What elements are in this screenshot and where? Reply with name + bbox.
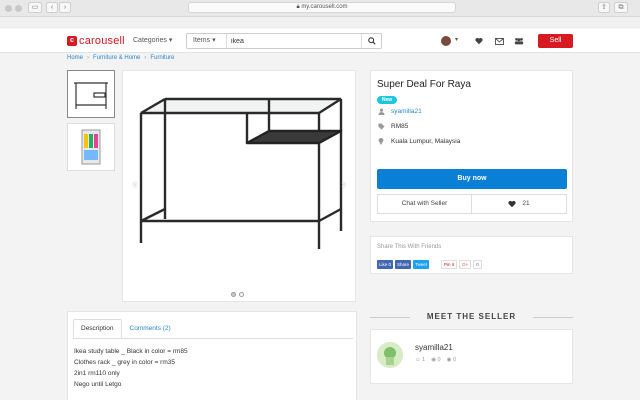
- url-bar[interactable]: 🔒︎ my.carousell.com: [188, 2, 456, 13]
- search-button[interactable]: [361, 34, 381, 48]
- description-line: Nego until Letgo: [74, 381, 122, 388]
- tweet-button[interactable]: Tweet: [413, 260, 430, 269]
- seller-name[interactable]: syamilla21: [415, 343, 453, 352]
- tab-strip: [0, 16, 640, 28]
- group-icon[interactable]: [513, 35, 525, 47]
- chevron-down-icon: ▾: [212, 37, 216, 44]
- categories-label: Categories: [133, 37, 167, 44]
- logo[interactable]: c carousell: [67, 35, 125, 47]
- like-count: 21: [522, 200, 530, 207]
- url-text: my.carousell.com: [301, 4, 348, 10]
- logo-text: carousell: [79, 35, 125, 47]
- facebook-share-button[interactable]: Share: [395, 260, 412, 269]
- search-input[interactable]: [231, 36, 351, 46]
- description-text: Ikea study table _ Black in color = rm85…: [74, 346, 188, 390]
- breadcrumb-item[interactable]: Furniture & Home: [93, 55, 140, 61]
- search-type-label: Items: [193, 37, 211, 44]
- breadcrumb: Home › Furniture & Home › Furniture: [67, 55, 174, 61]
- listing-title: Super Deal For Raya: [377, 79, 471, 90]
- share-panel: Share This With Friends Like 0 Share Twe…: [370, 236, 573, 274]
- prev-image-icon[interactable]: ‹: [133, 179, 137, 191]
- new-badge: New: [377, 96, 397, 104]
- carousel-dot[interactable]: [239, 292, 244, 297]
- sell-button[interactable]: Sell: [538, 34, 573, 48]
- share-icon[interactable]: ⇧: [598, 2, 610, 13]
- avatar[interactable]: [441, 36, 451, 46]
- tag-icon: [377, 122, 385, 130]
- share-buttons: Like 0 Share Tweet Pin it G+ 0: [377, 260, 482, 269]
- mail-icon[interactable]: [493, 35, 505, 47]
- description-line: Ikea study table _ Black in color = rm85: [74, 348, 188, 355]
- seller-link[interactable]: syamilla21: [391, 108, 422, 115]
- location-row: Kuala Lumpur, Malaysia: [377, 137, 460, 145]
- heart-icon[interactable]: [473, 35, 485, 47]
- thumbnail-rack[interactable]: [67, 123, 115, 171]
- search-type-select[interactable]: Items ▾: [187, 34, 227, 48]
- search-bar: Items ▾: [186, 33, 382, 49]
- facebook-like-button[interactable]: Like 0: [377, 260, 394, 269]
- description-line: 2in1 rm110 only: [74, 370, 120, 377]
- carousel-dot[interactable]: [231, 292, 236, 297]
- listing-info-panel: Super Deal For Raya New syamilla21 RM85 …: [370, 70, 573, 222]
- categories-dropdown[interactable]: Categories ▾: [133, 36, 172, 44]
- site-header: c carousell Categories ▾ Items ▾ ▾ Sell: [0, 29, 640, 53]
- tabs-icon[interactable]: ⧉: [614, 2, 628, 13]
- description-line: Clothes rack _ grey in color = rm35: [74, 359, 175, 366]
- next-image-icon[interactable]: ›: [341, 179, 345, 191]
- user-icon: [377, 107, 385, 115]
- location-text: Kuala Lumpur, Malaysia: [391, 137, 461, 145]
- breadcrumb-item[interactable]: Home: [67, 55, 83, 61]
- main-product-image[interactable]: ‹ ›: [122, 70, 356, 302]
- chevron-down-icon: ▾: [168, 37, 173, 44]
- heart-icon: [508, 200, 516, 208]
- seller-card[interactable]: syamilla21 ☺ 1 ◉ 0 ◉ 0: [370, 329, 573, 384]
- chevron-right-icon: ›: [87, 55, 90, 61]
- forward-icon[interactable]: ›: [59, 2, 71, 13]
- breadcrumb-item[interactable]: Furniture: [150, 55, 174, 61]
- rack-thumbnail-image: [81, 129, 101, 165]
- browser-chrome: ▭ ‹ › 🔒︎ my.carousell.com ⇧ ⧉: [0, 0, 640, 28]
- buy-now-button[interactable]: Buy now: [377, 169, 567, 189]
- seller-row: syamilla21: [377, 107, 422, 115]
- sidebar-icon[interactable]: ▭: [28, 2, 42, 13]
- meet-seller-section: MEET THE SELLER syamilla21 ☺ 1 ◉ 0 ◉ 0: [370, 312, 573, 384]
- tab-description[interactable]: Description: [73, 319, 122, 338]
- seller-avatar[interactable]: [377, 342, 403, 368]
- share-title: Share This With Friends: [377, 244, 442, 250]
- seller-ratings: ☺ 1 ◉ 0 ◉ 0: [415, 357, 456, 363]
- window-dot[interactable]: [15, 5, 22, 12]
- tab-comments[interactable]: Comments (2): [122, 319, 179, 338]
- thumbnail-table[interactable]: [67, 70, 115, 118]
- back-icon[interactable]: ‹: [46, 2, 58, 13]
- google-plus-count: 0: [473, 260, 482, 269]
- like-button[interactable]: 21: [472, 194, 567, 214]
- neutral-rating: ◉ 0: [431, 357, 441, 363]
- location-pin-icon: [377, 137, 385, 145]
- meet-seller-title: MEET THE SELLER: [370, 312, 573, 321]
- description-tabs: Description Comments (2): [73, 319, 179, 338]
- chevron-right-icon: ›: [144, 55, 147, 61]
- chevron-down-icon[interactable]: ▾: [455, 36, 458, 43]
- table-thumbnail-image: [74, 82, 108, 109]
- google-plus-button[interactable]: G+: [459, 260, 472, 269]
- price-text: RM85: [391, 122, 409, 130]
- tab-divider: [73, 338, 353, 339]
- carousel-dots: [231, 292, 244, 297]
- search-icon: [367, 37, 376, 45]
- thumbnail-list: [67, 70, 115, 176]
- chat-with-seller-button[interactable]: Chat with Seller: [377, 194, 472, 214]
- table-image: [139, 97, 343, 249]
- pinterest-button[interactable]: Pin it: [441, 260, 458, 269]
- negative-rating: ◉ 0: [446, 357, 456, 363]
- positive-rating: ☺ 1: [415, 357, 426, 363]
- logo-icon: c: [67, 36, 77, 46]
- window-dot[interactable]: [5, 5, 12, 12]
- price-row: RM85: [377, 122, 408, 130]
- description-panel: Description Comments (2) Ikea study tabl…: [67, 311, 357, 400]
